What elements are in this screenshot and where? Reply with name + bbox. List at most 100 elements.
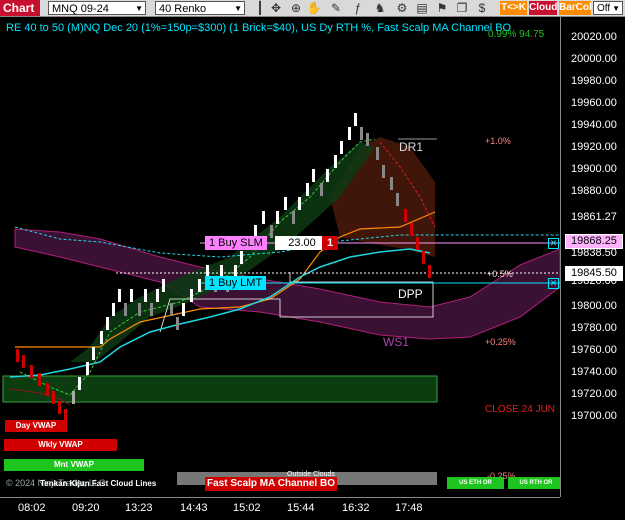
renko-brick	[72, 391, 75, 404]
chart-tab[interactable]: Chart	[0, 0, 40, 16]
time-tick: 14:43	[180, 502, 208, 514]
renko-brick	[156, 289, 159, 302]
renko-brick	[360, 127, 363, 140]
price-tick: 20020.00	[571, 31, 617, 43]
renko-brick	[340, 141, 343, 154]
renko-brick	[410, 223, 413, 236]
instrument-value: MNQ 09-24	[52, 3, 109, 15]
price-axis[interactable]: 20020.00 20000.00 19980.00 19960.00 19940.00…	[560, 17, 625, 497]
monthly-vwap-tag: Mnt VWAP	[4, 459, 144, 471]
off-value: Off	[597, 3, 611, 14]
renko-brick	[52, 391, 55, 404]
alerts-icon[interactable]: ⚑	[434, 1, 450, 15]
chart-trader-icon[interactable]: $	[474, 1, 490, 15]
price-tick: 19940.00	[571, 119, 617, 131]
renko-brick	[124, 303, 127, 316]
renko-brick	[78, 377, 81, 390]
cancel-stop-order-icon[interactable]: ✕	[548, 238, 559, 249]
renko-brick	[22, 355, 25, 368]
bar-type-value: 40 Renko	[159, 3, 207, 15]
renko-brick	[422, 251, 425, 264]
chart-toolbar: Chart MNQ 09-24 ▼ 40 Renko ▼ ┃ ✥ ⊕ ✋ ✎ ƒ…	[0, 0, 625, 17]
renko-brick	[176, 317, 179, 330]
price-tick: 19800.00	[571, 300, 617, 312]
renko-brick	[112, 303, 115, 316]
price-tick: 19920.00	[571, 141, 617, 153]
tenkan-kijun-label: Tenkan Kijun Fast Cloud Lines	[40, 479, 157, 488]
time-tick: 15:44	[287, 502, 315, 514]
buy-stop-order-label[interactable]: 1 Buy SLM	[205, 236, 267, 250]
price-tick: 19980.00	[571, 75, 617, 87]
pan-icon[interactable]: ✋	[306, 1, 322, 15]
renko-brick	[270, 225, 273, 238]
renko-brick	[58, 401, 61, 414]
bar-type-selector[interactable]: 40 Renko ▼	[155, 1, 245, 15]
renko-brick	[284, 197, 287, 210]
renko-brick	[292, 211, 295, 224]
renko-brick	[320, 183, 323, 196]
crosshair-icon[interactable]: ✥	[268, 1, 284, 15]
indicators-icon[interactable]: ƒ	[350, 1, 366, 15]
strategy-icon[interactable]: ♞	[372, 1, 388, 15]
renko-brick	[182, 303, 185, 316]
renko-brick	[86, 362, 89, 375]
chevron-down-icon: ▼	[234, 4, 242, 13]
price-tick: 20000.00	[571, 53, 617, 65]
renko-brick	[312, 169, 315, 182]
dr1-label: DR1	[399, 140, 424, 154]
renko-brick	[298, 197, 301, 210]
time-tick: 16:32	[342, 502, 370, 514]
weekly-vwap-tag: Wkly VWAP	[4, 439, 117, 451]
renko-brick	[390, 177, 393, 190]
cancel-limit-order-icon[interactable]: ✕	[548, 278, 559, 289]
templates-icon[interactable]: ❐	[454, 1, 470, 15]
renko-brick	[382, 165, 385, 178]
renko-brick	[150, 303, 153, 316]
tk-toggle-button[interactable]: T<>K	[500, 1, 527, 15]
time-tick: 09:20	[72, 502, 100, 514]
time-tick: 15:02	[233, 502, 261, 514]
renko-brick	[190, 289, 193, 302]
renko-brick	[92, 347, 95, 360]
renko-brick	[376, 147, 379, 160]
buy-limit-order-label[interactable]: 1 Buy LMT	[205, 276, 267, 290]
off-selector[interactable]: Off ▼	[593, 1, 623, 15]
barcol-toggle-button[interactable]: BarCol	[559, 1, 592, 15]
renko-brick	[240, 251, 243, 264]
properties-icon[interactable]: ⚙	[394, 1, 410, 15]
renko-brick	[16, 349, 19, 362]
close-label: CLOSE 24 JUN	[485, 404, 556, 415]
renko-brick	[170, 303, 173, 316]
price-tick: 19880.00	[571, 185, 617, 197]
dpp-label: DPP	[398, 287, 423, 301]
buy-stop-qty-box[interactable]: 1	[322, 236, 338, 250]
renko-brick	[262, 211, 265, 224]
cloud-toggle-button[interactable]: Cloud	[529, 1, 557, 15]
bar-style-icon[interactable]: ┃	[252, 1, 268, 15]
renko-brick	[162, 279, 165, 292]
drawing-icon[interactable]: ✎	[328, 1, 344, 15]
renko-brick	[130, 289, 133, 302]
price-tick: 19861.27	[571, 211, 617, 223]
price-chart-canvas[interactable]	[0, 17, 560, 497]
renko-brick	[334, 155, 337, 168]
chevron-down-icon: ▼	[612, 4, 620, 13]
zoom-icon[interactable]: ⊕	[288, 1, 304, 15]
header-right-value: 0.99% 94.75	[488, 29, 545, 40]
renko-brick	[404, 209, 407, 222]
pct-05-label: +0.5%	[487, 269, 513, 279]
renko-brick	[276, 211, 279, 224]
time-axis[interactable]: 08:02 09:20 13:23 14:43 15:02 15:44 16:32 17:48	[0, 497, 560, 520]
price-tick: 19720.00	[571, 388, 617, 400]
buy-stop-price-box[interactable]: 23.00	[275, 236, 329, 250]
renko-brick	[354, 113, 357, 126]
us-rth-or-tag: US RTH OR	[508, 477, 564, 489]
data-box-icon[interactable]: ▤	[414, 1, 430, 15]
renko-brick	[348, 127, 351, 140]
instrument-selector[interactable]: MNQ 09-24 ▼	[48, 1, 146, 15]
renko-brick	[30, 365, 33, 378]
price-tick: 19760.00	[571, 344, 617, 356]
price-tick: 19740.00	[571, 366, 617, 378]
renko-brick	[366, 133, 369, 146]
chevron-down-icon: ▼	[135, 4, 143, 13]
